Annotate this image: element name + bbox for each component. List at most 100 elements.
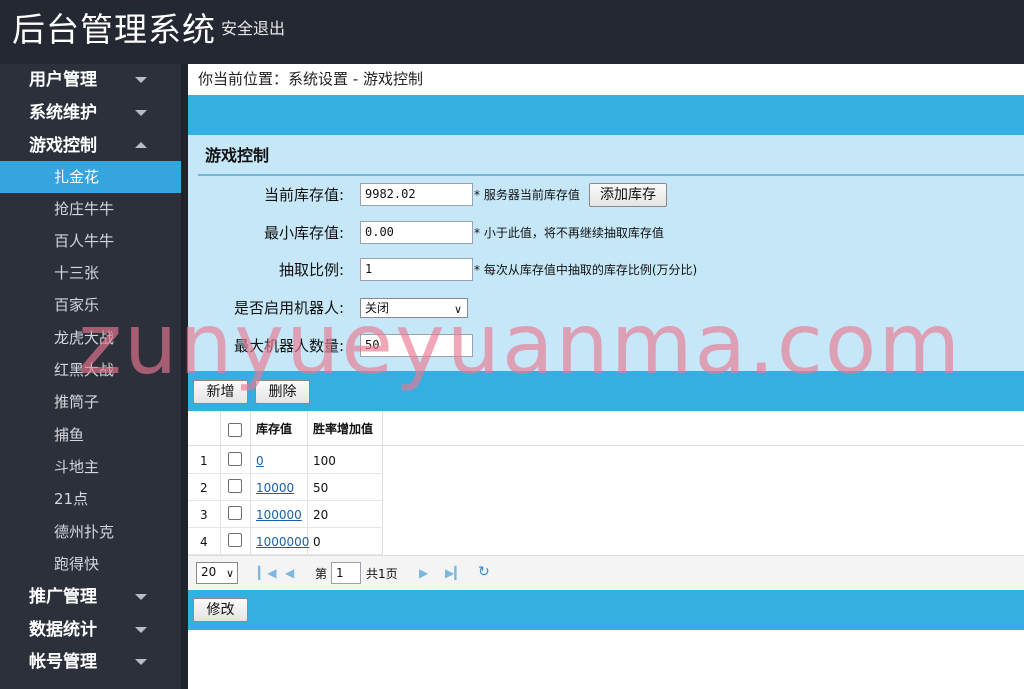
chevron-down-icon	[135, 110, 147, 116]
row-checkbox[interactable]	[228, 479, 242, 493]
sidebar-item-label: 捕鱼	[54, 426, 85, 444]
rate-value: 0	[313, 535, 321, 549]
min-stock-input[interactable]: 0.00	[360, 221, 473, 244]
sidebar-item-shisanzhang[interactable]: 十三张	[0, 257, 181, 289]
sidebar-item-label: 百家乐	[54, 296, 100, 314]
breadcrumb-path: 系统设置 - 游戏控制	[288, 70, 423, 88]
rate-value: 100	[313, 454, 336, 468]
panel-title: 游戏控制	[205, 146, 270, 165]
sidebar-group-user-management[interactable]: 用户管理	[0, 64, 181, 96]
sidebar-item-label: 斗地主	[54, 458, 100, 476]
robot-enabled-label: 是否启用机器人:	[233, 299, 344, 317]
sidebar-item-label: 跑得快	[54, 555, 100, 573]
row-checkbox[interactable]	[228, 533, 242, 547]
sidebar-item-bairen-niuniu[interactable]: 百人牛牛	[0, 225, 181, 257]
sidebar-item-qiangzhuang-niuniu[interactable]: 抢庄牛牛	[0, 193, 181, 225]
sidebar-group-game-control[interactable]: 游戏控制	[0, 130, 181, 162]
sidebar-item-paodekuai[interactable]: 跑得快	[0, 548, 181, 580]
sidebar-group-label: 推广管理	[29, 587, 97, 607]
stock-hint: * 服务器当前库存值	[474, 188, 580, 202]
stock-label: 当前库存值:	[263, 186, 344, 204]
column-divider	[250, 411, 251, 555]
ratio-input[interactable]: 1	[360, 258, 473, 281]
sidebar-group-statistics[interactable]: 数据统计	[0, 614, 181, 646]
previous-page-icon[interactable]: ◀	[285, 566, 294, 580]
sidebar: 用户管理 系统维护 游戏控制 扎金花 抢庄牛牛 百人牛牛 十三张 百家乐 龙虎大…	[0, 64, 188, 689]
sidebar-item-tuitongzi[interactable]: 推筒子	[0, 386, 181, 418]
sidebar-group-account[interactable]: 帐号管理	[0, 646, 181, 678]
sidebar-item-longhu[interactable]: 龙虎大战	[0, 322, 181, 354]
page-prefix: 第	[315, 567, 328, 581]
app-title: 后台管理系统	[12, 10, 216, 49]
sidebar-divider	[181, 64, 188, 689]
page-number-input[interactable]: 1	[331, 562, 361, 584]
row-divider	[188, 527, 383, 528]
logout-link[interactable]: 安全退出	[221, 18, 285, 40]
add-button[interactable]: 新增	[193, 380, 248, 404]
max-robot-input[interactable]: 50	[360, 334, 473, 357]
select-all-checkbox[interactable]	[228, 423, 242, 437]
stock-value-link[interactable]: 100000	[256, 507, 302, 523]
sidebar-item-label: 百人牛牛	[54, 232, 115, 250]
stock-value-link[interactable]: 1000000	[256, 534, 309, 550]
row-index: 2	[200, 481, 208, 495]
column-divider	[220, 411, 221, 555]
sidebar-item-label: 龙虎大战	[54, 329, 115, 347]
breadcrumb: 你当前位置：系统设置 - 游戏控制	[198, 69, 423, 89]
sidebar-item-texas-holdem[interactable]: 德州扑克	[0, 516, 181, 548]
sidebar-group-label: 数据统计	[29, 620, 97, 640]
panel-divider	[198, 174, 1024, 176]
delete-button[interactable]: 删除	[255, 380, 310, 404]
toolbar: 新增 删除	[188, 371, 1024, 411]
sidebar-group-label: 帐号管理	[29, 652, 97, 672]
page-total: 共1页	[366, 567, 398, 581]
chevron-down-icon	[135, 594, 147, 600]
sidebar-item-doudizhu[interactable]: 斗地主	[0, 451, 181, 483]
next-page-icon[interactable]: ▶	[419, 566, 428, 580]
stock-value-link[interactable]: 10000	[256, 480, 294, 496]
first-page-icon[interactable]: ▎◀	[258, 566, 276, 580]
sidebar-item-zhajinhua[interactable]: 扎金花	[0, 161, 181, 193]
header-band	[188, 95, 1024, 135]
row-checkbox[interactable]	[228, 452, 242, 466]
min-stock-label: 最小库存值:	[263, 224, 344, 242]
sidebar-item-label: 推筒子	[54, 393, 100, 411]
sidebar-item-blackjack[interactable]: 21点	[0, 483, 181, 515]
row-divider	[188, 473, 383, 474]
sidebar-item-baccarat[interactable]: 百家乐	[0, 289, 181, 321]
sidebar-group-promotion[interactable]: 推广管理	[0, 581, 181, 613]
pagination-bar: 20 ∨ ▎◀ ◀ 第 1 共1页 ▶ ▶▎ ↻	[188, 555, 1024, 589]
column-divider	[382, 411, 383, 555]
last-page-icon[interactable]: ▶▎	[445, 566, 463, 580]
chevron-down-icon: ∨	[225, 567, 234, 580]
sidebar-group-label: 系统维护	[29, 103, 97, 123]
chevron-down-icon: ∨	[453, 303, 462, 316]
sidebar-item-label: 红黑大战	[54, 361, 115, 379]
min-stock-hint: * 小于此值，将不再继续抽取库存值	[474, 226, 664, 240]
stock-input[interactable]: 9982.02	[360, 183, 473, 206]
sidebar-group-label: 游戏控制	[29, 136, 97, 156]
page-size-value: 20	[201, 565, 217, 579]
column-header-stock: 库存值	[256, 422, 293, 436]
main-content: 你当前位置：系统设置 - 游戏控制 游戏控制 当前库存值: 9982.02 * …	[188, 64, 1024, 689]
top-bar: 后台管理系统 安全退出	[0, 0, 1024, 64]
page-size-select[interactable]: 20 ∨	[196, 562, 238, 584]
modify-button[interactable]: 修改	[193, 598, 248, 622]
row-index: 4	[200, 535, 208, 549]
sidebar-item-honghei[interactable]: 红黑大战	[0, 354, 181, 386]
sidebar-item-fishing[interactable]: 捕鱼	[0, 419, 181, 451]
chevron-down-icon	[135, 627, 147, 633]
row-index: 3	[200, 508, 208, 522]
breadcrumb-prefix: 你当前位置：	[198, 70, 289, 88]
robot-enabled-select[interactable]: 关闭 ∨	[360, 298, 468, 318]
sidebar-group-system-maintenance[interactable]: 系统维护	[0, 97, 181, 129]
row-index: 1	[200, 454, 208, 468]
robot-enabled-value: 关闭	[365, 301, 390, 315]
max-robot-label: 最大机器人数量:	[233, 337, 344, 355]
row-divider	[188, 500, 383, 501]
row-checkbox[interactable]	[228, 506, 242, 520]
sidebar-item-label: 德州扑克	[54, 523, 115, 541]
add-stock-button[interactable]: 添加库存	[589, 183, 667, 207]
refresh-icon[interactable]: ↻	[478, 564, 490, 580]
stock-value-link[interactable]: 0	[256, 453, 264, 469]
